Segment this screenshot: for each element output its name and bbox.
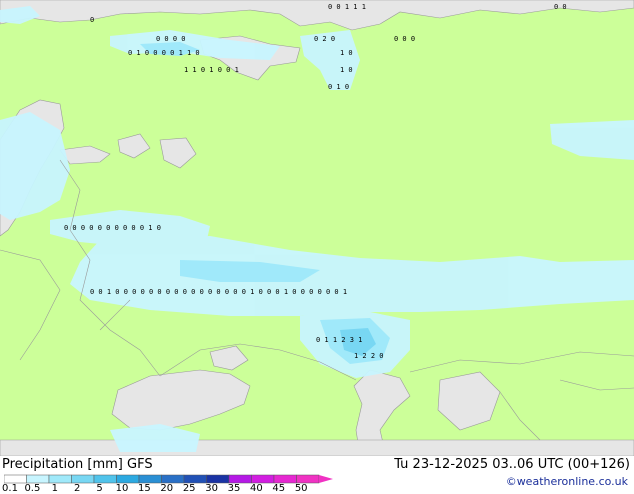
scale-swatch <box>93 474 117 484</box>
scale-swatch <box>296 474 320 484</box>
scale-tick-label: 50 <box>294 483 308 494</box>
scale-swatch <box>183 474 207 484</box>
grid-value-row8: 0 1 1 2 3 1 <box>316 336 362 344</box>
scale-swatch <box>71 474 95 484</box>
grid-value-row2a: 0 0 0 0 <box>156 35 186 43</box>
scale-tick-label: 25 <box>182 483 196 494</box>
grid-value-row5: 0 1 0 <box>328 83 349 91</box>
scale-arrow <box>319 475 333 483</box>
scale-swatch <box>138 474 162 484</box>
scale-tick-label: 35 <box>227 483 241 494</box>
scale-tick-label: 30 <box>205 483 218 494</box>
scale-tick-label: 15 <box>138 483 151 494</box>
scale-tick-label: 2 <box>74 483 81 494</box>
scale-tick-label: 10 <box>115 483 129 494</box>
grid-value-row4b: 1 0 <box>340 66 353 74</box>
scale-tick-label: 45 <box>272 483 286 494</box>
grid-value-row7: 0 0 1 0 0 0 0 0 0 0 0 0 0 0 0 0 0 0 0 1 … <box>90 288 347 296</box>
scale-swatch <box>251 474 275 484</box>
scale-swatch <box>161 474 185 484</box>
scale-swatch <box>4 474 27 484</box>
scale-swatch <box>206 474 230 484</box>
grid-value-row4a: 1 1 0 1 0 0 1 <box>184 66 239 74</box>
scale-tick-label: 40 <box>250 483 263 494</box>
precipitation-map: 0 0 0 1 1 1 0 0 0 0 0 0 0 2 0 0 0 0 0 1 … <box>0 0 634 456</box>
grid-value-row1a: 0 <box>90 16 94 24</box>
scale-swatch <box>26 474 50 484</box>
scale-tick-label: 0.5 <box>24 483 41 494</box>
footer-bar: Precipitation [mm] GFS Tu 23-12-2025 03.… <box>0 456 634 494</box>
map-title: Precipitation [mm] GFS <box>2 457 153 472</box>
grid-value-row2b: 0 2 0 <box>314 35 335 43</box>
scale-tick-label: 20 <box>160 483 174 494</box>
bottom-strip <box>0 439 634 456</box>
scale-swatch <box>228 474 252 484</box>
scale-swatch <box>116 474 140 484</box>
grid-value-row1c: 0 0 <box>554 3 567 11</box>
grid-value-row3b: 1 0 <box>340 49 353 57</box>
scale-tick-label: 5 <box>96 483 103 494</box>
valid-time: Tu 23-12-2025 03..06 UTC (00+126) <box>394 457 630 472</box>
grid-value-row2c: 0 0 0 <box>394 35 415 43</box>
credit-link[interactable]: ©weatheronline.co.uk <box>506 475 628 488</box>
scale-tick-label: 0.1 <box>2 483 18 494</box>
grid-value-row1b: 0 0 1 1 1 <box>328 3 366 11</box>
scale-swatch <box>48 474 72 484</box>
scale-tick-label: 1 <box>51 483 58 494</box>
grid-value-row9: 1 2 2 0 <box>354 352 384 360</box>
scale-swatch <box>273 474 297 484</box>
grid-value-row6: 0 0 0 0 0 0 0 0 0 0 1 0 <box>64 224 161 232</box>
grid-value-row3a: 0 1 0 0 0 0 1 1 0 <box>128 49 200 57</box>
